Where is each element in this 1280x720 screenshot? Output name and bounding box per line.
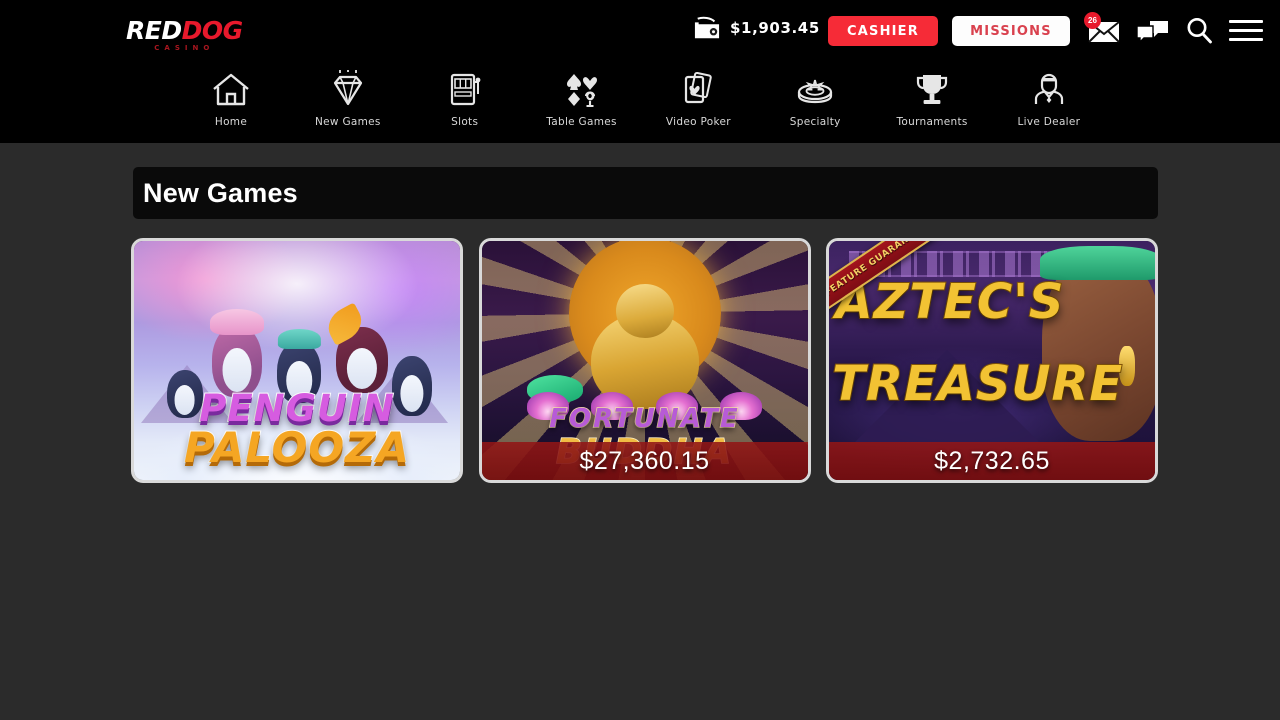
nav-label: Tournaments <box>896 116 968 128</box>
site-logo[interactable]: REDDOG CASINO <box>126 18 243 52</box>
burger-line <box>1229 38 1263 41</box>
balance-amount: $1,903.45 <box>730 19 820 37</box>
nav-label: New Games <box>315 116 381 128</box>
game-card-grid: PENGUIN PALOOZA FORTUNATE BUDDHA $27,360… <box>131 238 1158 483</box>
game-title-line2: TREASURE <box>831 355 1124 413</box>
logo-text-red: RED <box>126 16 182 45</box>
jackpot-amount: $2,732.65 <box>934 446 1050 475</box>
nav-label: Live Dealer <box>1017 116 1081 128</box>
site-header: REDDOG CASINO $1,903.45 CASHIER MISSIONS… <box>0 0 1280 143</box>
nav-label: Specialty <box>789 116 841 128</box>
nav-item-new-games[interactable]: New Games <box>292 68 404 128</box>
search-icon[interactable] <box>1185 16 1213 44</box>
diamond-gem-icon <box>327 68 369 110</box>
nav-item-tournaments[interactable]: Tournaments <box>876 68 988 128</box>
nav-label: Table Games <box>546 116 617 128</box>
nav-item-video-poker[interactable]: Video Poker <box>642 68 754 128</box>
nav-item-specialty[interactable]: Specialty <box>759 68 871 128</box>
jackpot-amount: $27,360.15 <box>579 446 710 475</box>
page-title: New Games <box>143 177 298 208</box>
game-title-line1: FORTUNATE <box>548 403 740 435</box>
balance-display[interactable]: $1,903.45 <box>692 15 820 41</box>
messages-button[interactable]: 26 <box>1084 12 1120 46</box>
top-bar: REDDOG CASINO $1,903.45 CASHIER MISSIONS… <box>0 0 1280 58</box>
category-nav: Home New Games Slots Table Games Video P… <box>175 68 1105 138</box>
logo-text-dog: DOG <box>181 16 244 45</box>
wallet-icon <box>694 16 720 39</box>
trophy-icon <box>911 68 953 110</box>
section-header-bar: New Games <box>133 167 1158 219</box>
decor-penguin <box>321 301 389 394</box>
jackpot-banner: $27,360.15 <box>481 442 808 480</box>
cashier-button[interactable]: CASHIER <box>828 16 938 46</box>
house-icon <box>210 68 252 110</box>
missions-button[interactable]: MISSIONS <box>952 16 1070 46</box>
game-title-line2: PALOOZA <box>183 422 411 473</box>
game-card-aztecs-treasure[interactable]: AZTEC'S TREASURE WIN FEATURE GUARANTEE $… <box>826 238 1158 483</box>
nav-item-live-dealer[interactable]: Live Dealer <box>993 68 1105 128</box>
game-card-fortunate-buddha[interactable]: FORTUNATE BUDDHA $27,360.15 <box>478 238 811 483</box>
nav-label: Video Poker <box>665 116 731 128</box>
logo-subtitle: CASINO <box>154 44 215 52</box>
decor-buddha-head <box>615 284 674 339</box>
nav-label: Slots <box>451 116 479 128</box>
burger-line <box>1229 29 1263 32</box>
card-suits-icon <box>561 68 603 110</box>
roulette-wheel-icon <box>794 68 836 110</box>
game-thumbnail: PENGUIN PALOOZA <box>134 241 460 480</box>
dealer-person-icon <box>1028 68 1070 110</box>
game-title-line1: AZTEC'S <box>835 273 1065 331</box>
slot-machine-icon <box>444 68 486 110</box>
nav-item-slots[interactable]: Slots <box>409 68 521 128</box>
nav-label: Home <box>214 116 248 128</box>
hamburger-menu-icon[interactable] <box>1229 20 1263 42</box>
playing-cards-icon <box>677 68 719 110</box>
nav-item-table-games[interactable]: Table Games <box>526 68 638 128</box>
messages-badge: 26 <box>1084 12 1101 29</box>
game-card-penguin-palooza[interactable]: PENGUIN PALOOZA <box>131 238 463 483</box>
burger-line <box>1229 20 1263 23</box>
chat-bubbles-icon[interactable] <box>1136 21 1169 43</box>
jackpot-banner: $2,732.65 <box>829 442 1155 480</box>
nav-item-home[interactable]: Home <box>175 68 287 128</box>
